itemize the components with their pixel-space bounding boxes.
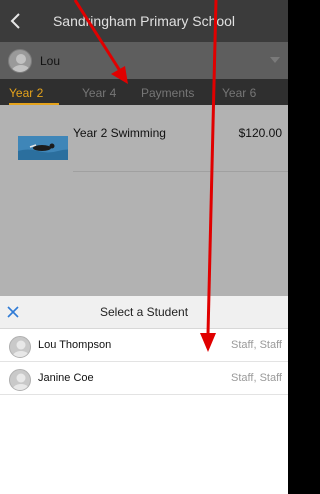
swimming-photo: [18, 136, 68, 160]
picker-header: Select a Student: [0, 296, 288, 329]
tab-year-6[interactable]: Year 6: [222, 86, 256, 100]
student-picker: Select a Student Lou Thompson Staff, Sta…: [0, 296, 288, 494]
student-role: Staff, Staff: [231, 339, 282, 351]
student-row-janine-coe[interactable]: Janine Coe Staff, Staff: [0, 362, 288, 395]
student-row-lou-thompson[interactable]: Lou Thompson Staff, Staff: [0, 329, 288, 362]
student-name: Lou Thompson: [38, 339, 112, 351]
tab-year-4[interactable]: Year 4: [82, 86, 116, 100]
chevron-down-icon[interactable]: [270, 57, 280, 64]
year-tabs: Year 2 Year 4 Payments Year 6: [0, 79, 288, 105]
tab-payments[interactable]: Payments: [141, 86, 194, 100]
picker-title: Select a Student: [99, 305, 189, 319]
student-name: Janine Coe: [38, 372, 94, 384]
user-selector[interactable]: Lou: [0, 42, 288, 79]
app-screen: Sandringham Primary School Lou Year 2 Ye…: [0, 0, 288, 494]
divider: [73, 171, 288, 172]
payments-list: Year 2 Swimming $120.00: [0, 105, 288, 296]
app-header: Sandringham Primary School: [0, 0, 288, 42]
student-role: Staff, Staff: [231, 372, 282, 384]
tab-year-2[interactable]: Year 2: [9, 86, 43, 100]
avatar-icon: [8, 49, 32, 73]
item-name: Year 2 Swimming: [73, 126, 166, 140]
avatar-icon: [9, 336, 31, 358]
user-name: Lou: [40, 54, 61, 68]
avatar-icon: [9, 369, 31, 391]
page-title: Sandringham Primary School: [52, 13, 236, 29]
item-price: $120.00: [238, 126, 282, 140]
